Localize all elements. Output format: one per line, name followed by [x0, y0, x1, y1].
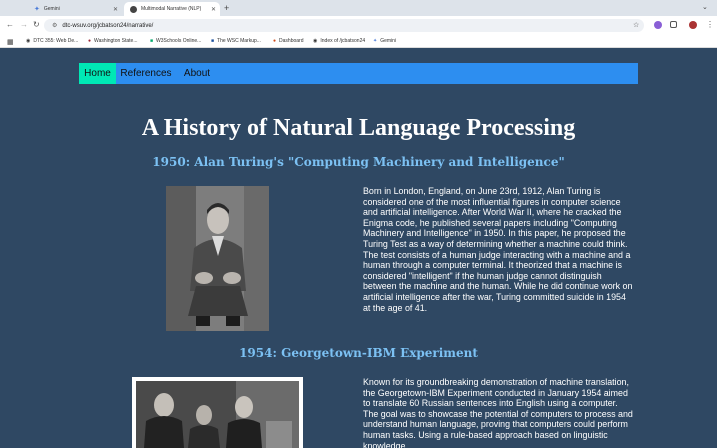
wsu-icon: ● [88, 38, 92, 44]
alan-turing-photo [166, 186, 269, 331]
tab-title: Gemini [43, 6, 60, 12]
tab-gemini[interactable]: ✦ Gemini ✕ [28, 2, 122, 16]
section-text-turing: Born in London, England, on June 23rd, 1… [363, 186, 633, 313]
gemini-icon: ✦ [373, 38, 378, 44]
gemini-icon: ✦ [34, 6, 40, 13]
apps-grid-icon[interactable]: ▦ [7, 38, 14, 46]
bookmark-index[interactable]: ◉ Index of /jcbatson24 [313, 38, 365, 44]
bookmark-label: Dashboard [279, 38, 304, 44]
bookmark-w3schools[interactable]: ■ W3Schools Online... [150, 38, 201, 44]
site-navbar: Home References About [79, 63, 638, 84]
tab-title: Multimodal Narrative (NLP) [141, 6, 202, 12]
bookmark-label: The WSC Markup... [217, 38, 261, 44]
address-bar[interactable]: ⚙ dtc-wsuv.org/jcbatson24/narrative/ [44, 19, 644, 32]
bookmark-label: W3Schools Online... [156, 38, 202, 44]
bookmark-label: Gemini [380, 38, 397, 44]
w3c-icon: ■ [211, 38, 215, 44]
bookmark-wsu[interactable]: ● Washington State... [88, 38, 137, 44]
back-icon[interactable]: ← [6, 20, 14, 29]
bookmark-gemini[interactable]: ✦ Gemini [373, 38, 396, 44]
w3schools-icon: ■ [150, 38, 154, 44]
url-text: dtc-wsuv.org/jcbatson24/narrative/ [62, 22, 154, 29]
new-tab-button[interactable]: + [224, 3, 229, 13]
page-title: A History of Natural Language Processing [141, 115, 576, 141]
reload-icon[interactable]: ↻ [33, 20, 40, 29]
section-heading-turing: 1950: Alan Turing's "Computing Machinery… [152, 155, 565, 169]
section-text-georgetown: Known for its groundbreaking demonstrati… [363, 377, 633, 448]
tab-multimodal-narrative[interactable]: Multimodal Narrative (NLP) ✕ [124, 2, 220, 16]
bookmark-dtc355[interactable]: ◉ DTC 355: Web De... [26, 38, 78, 44]
globe-icon: ◉ [313, 38, 318, 44]
globe-icon [130, 5, 137, 13]
bookmarks-bar: ▦ ◉ DTC 355: Web De... ● Washington State.… [0, 35, 717, 48]
forward-icon[interactable]: → [20, 20, 28, 29]
extensions-puzzle-icon[interactable] [670, 21, 677, 28]
section-heading-georgetown: 1954: Georgetown-IBM Experiment [239, 346, 478, 360]
bookmark-wsc-markup[interactable]: ■ The WSC Markup... [211, 38, 261, 44]
nav-home-link[interactable]: Home [79, 63, 116, 84]
bookmark-label: Index of /jcbatson24 [320, 38, 366, 44]
bookmark-star-icon[interactable]: ☆ [633, 21, 639, 29]
bookmark-dashboard[interactable]: ● Dashboard [273, 38, 304, 44]
bookmark-label: DTC 355: Web De... [33, 38, 79, 44]
nav-about-link[interactable]: About [179, 63, 215, 84]
bookmark-label: Washington State... [94, 38, 138, 44]
nav-references-link[interactable]: References [118, 63, 174, 84]
close-tab-icon[interactable]: ✕ [113, 6, 118, 13]
canvas-icon: ● [273, 38, 277, 44]
close-tab-icon[interactable]: ✕ [211, 6, 216, 13]
extension-icon[interactable] [654, 21, 662, 29]
globe-icon: ◉ [26, 38, 31, 44]
browser-tab-strip: ✦ Gemini ✕ Multimodal Narrative (NLP) ✕ … [0, 0, 717, 16]
tab-search-icon[interactable]: ⌄ [702, 3, 708, 11]
site-info-icon[interactable]: ⚙ [52, 22, 57, 29]
browser-menu-icon[interactable]: ⋮ [706, 20, 714, 29]
browser-toolbar: ← → ↻ ⚙ dtc-wsuv.org/jcbatson24/narrativ… [0, 16, 717, 35]
georgetown-ibm-photo [132, 377, 303, 448]
profile-avatar[interactable] [689, 21, 697, 29]
